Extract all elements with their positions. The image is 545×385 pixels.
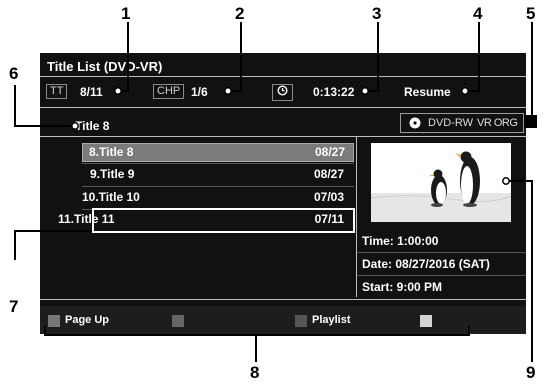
callout-3: 3 (372, 4, 382, 23)
callout-2: 2 (235, 4, 245, 23)
callout-dot (461, 87, 469, 95)
callout-dot (524, 115, 537, 128)
callout-dots (71, 87, 537, 185)
callout-dot (224, 87, 232, 95)
callout-dot (71, 122, 79, 130)
callout-1: 1 (121, 4, 131, 23)
callout-dot (502, 177, 510, 185)
callout-6: 6 (9, 64, 19, 83)
callout-9: 9 (526, 363, 536, 382)
callout-8: 8 (250, 363, 260, 382)
callout-dot (114, 87, 122, 95)
callout-7: 7 (9, 297, 19, 316)
callout-5: 5 (526, 4, 536, 23)
callout-dot (361, 87, 369, 95)
callout-4: 4 (473, 4, 483, 23)
